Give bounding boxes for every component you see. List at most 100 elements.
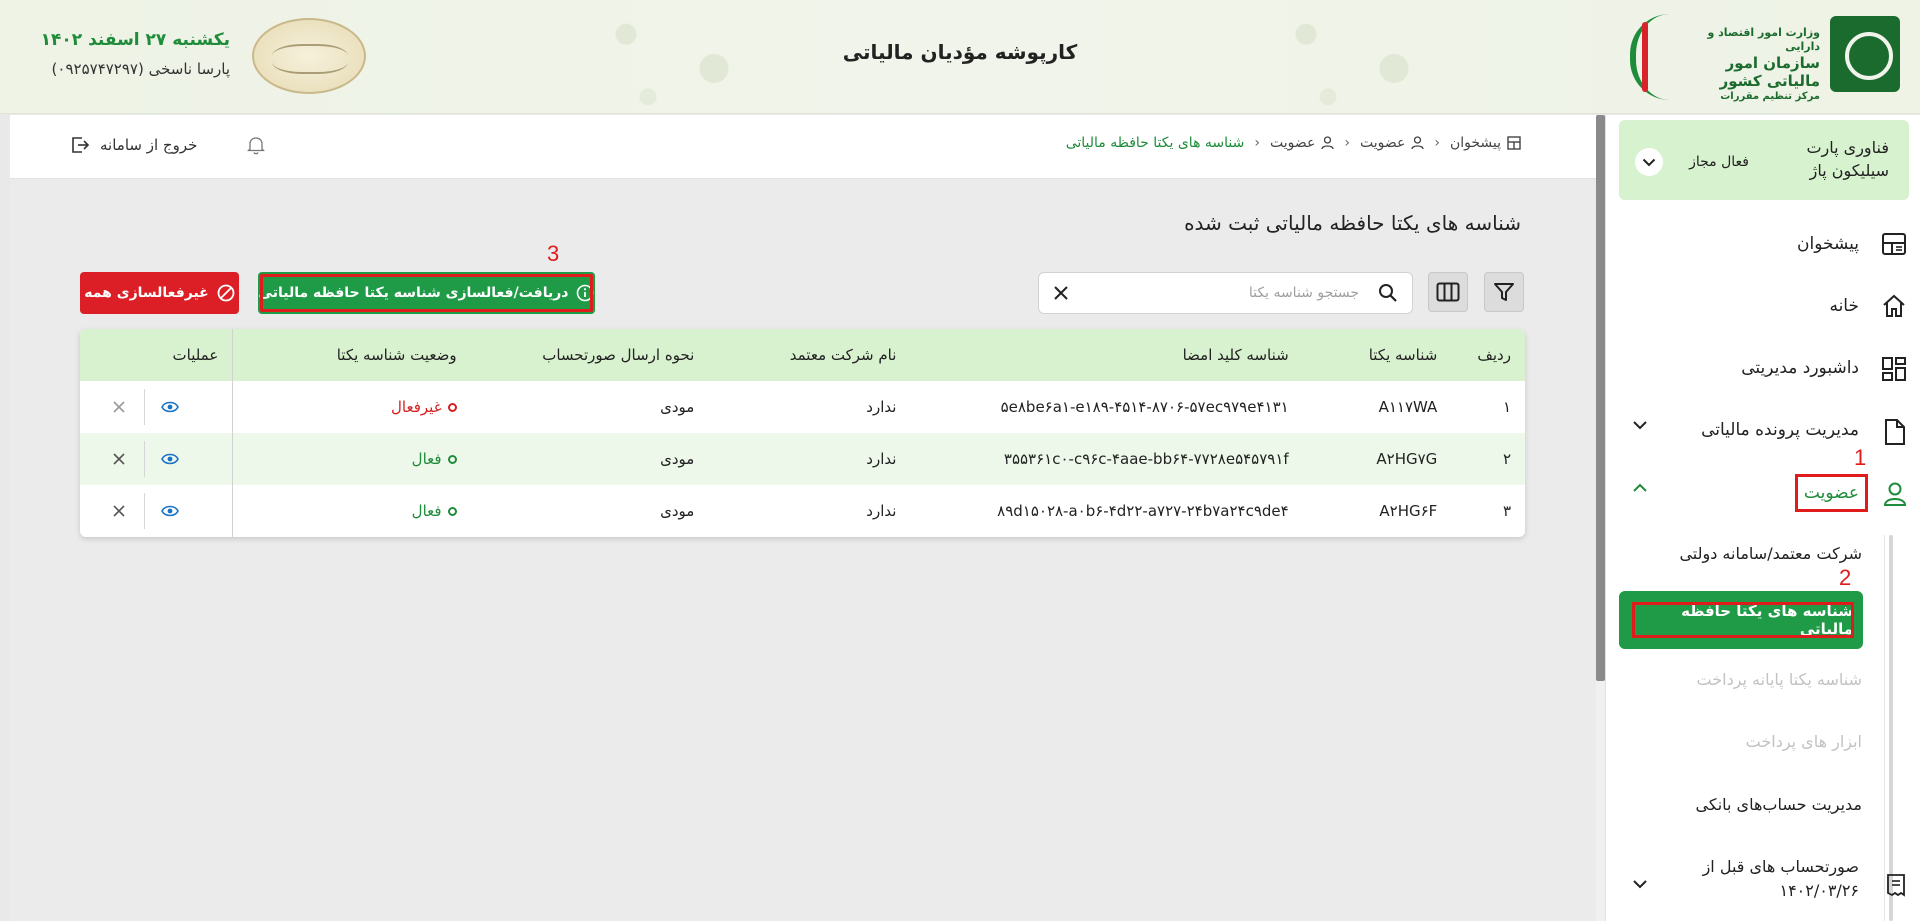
activate-label: دریافت/فعالسازی شناسه یکتا حافظه مالیاتی [258, 285, 569, 301]
cell-index: ۲ [1502, 450, 1511, 468]
user-icon [1883, 481, 1907, 507]
chevron-down-icon [1642, 158, 1656, 167]
status-badge: غیرفعال [391, 398, 457, 416]
clear-icon[interactable] [1051, 283, 1071, 303]
breadcrumb-current: شناسه های یکتا حافظه مالیاتی [1065, 135, 1245, 151]
delete-button[interactable] [94, 493, 144, 529]
col-status[interactable]: وضعیت شناسه یکتا [233, 329, 471, 381]
col-operations: عملیات [80, 329, 234, 381]
eye-icon [160, 452, 179, 466]
page-title: کارپوشه مؤدیان مالیاتی [842, 40, 1078, 64]
activate-unique-id-button[interactable]: دریافت/فعالسازی شناسه یکتا حافظه مالیاتی [258, 272, 595, 314]
filter-button[interactable] [1484, 272, 1524, 312]
cell-index: ۱ [1502, 398, 1511, 416]
header-pattern [560, 0, 780, 114]
unique-id-table: ردیف شناسه یکتا شناسه کلید امضا نام شرکت… [80, 329, 1525, 537]
logout-label: خروج از سامانه [100, 136, 198, 154]
deactivate-all-button[interactable]: غیرفعالسازی همه [80, 272, 239, 314]
sidebar-item-dashboard[interactable]: پیشخوان [1606, 221, 1920, 267]
dashboard-icon [1881, 232, 1907, 256]
home-icon [1881, 294, 1907, 318]
breadcrumb-item-membership[interactable]: عضویت [1360, 135, 1424, 151]
status-dot-icon [447, 506, 457, 516]
close-icon [113, 505, 125, 517]
notifications-bell[interactable] [247, 135, 265, 159]
header-pattern [1240, 0, 1460, 114]
eye-icon [160, 400, 179, 414]
cell-trusted-company: ندارد [866, 450, 897, 468]
breadcrumb-item-membership-2[interactable]: عضویت [1270, 135, 1334, 151]
cell-unique-id: A۲HG۶F [1379, 502, 1438, 520]
file-icon [1883, 418, 1907, 446]
chevron-left-icon: ‹ [1344, 135, 1350, 151]
breadcrumb-item-dashboard[interactable]: پیشخوان [1450, 135, 1521, 151]
annotation-number-2: 2 [1839, 565, 1852, 590]
col-index[interactable]: ردیف [1451, 329, 1525, 381]
search-input[interactable] [1089, 279, 1359, 307]
bell-icon [247, 135, 265, 155]
company-toggle-button[interactable] [1635, 148, 1663, 176]
tax-organization-logo[interactable]: وزارت امور اقتصاد و دارایی سازمان امور م… [1630, 14, 1900, 102]
logout-button[interactable]: خروج از سامانه [70, 135, 197, 155]
sidebar-subitem-payment-tools: ابزار های پرداخت [1745, 732, 1862, 751]
sidebar-item-previous-invoices[interactable]: صورتحساب های قبل از ۱۴۰۲/۰۳/۲۶ [1606, 855, 1920, 915]
page-heading: شناسه های یکتا حافظه مالیاتی ثبت شده [1184, 211, 1521, 235]
cell-send-method: مودی [660, 502, 695, 520]
cell-signature-key: ۸۹d۱۵۰۲۸-a۰b۶-۴d۲۲-a۷۲۷-۲۴b۷a۲۴c۹de۴ [997, 502, 1289, 520]
view-button[interactable] [144, 493, 194, 529]
main-scrollbar-thumb[interactable] [1596, 115, 1605, 681]
company-name: فناوری پارت سیلیکون پاژ [1806, 138, 1889, 181]
logout-icon [70, 135, 90, 155]
sidebar-item-membership[interactable]: عضویت [1606, 470, 1920, 516]
sidebar-item-tax-file[interactable]: مدیریت پرونده مالیاتی [1606, 407, 1920, 453]
sidebar-subitem-bank-accounts[interactable]: مدیریت حساب‌های بانکی [1606, 786, 1906, 826]
cell-unique-id: A۲HG۷G [1376, 450, 1438, 468]
user-info: یکشنبه ۲۷ اسفند ۱۴۰۲ پارسا ناسخی (۰۹۲۵۷۴… [30, 30, 230, 78]
sidebar: فناوری پارت سیلیکون پاژ فعال مجاز پیشخوا… [1605, 115, 1920, 921]
col-trusted-company[interactable]: نام شرکت معتمد [708, 329, 910, 381]
cell-operations [80, 433, 234, 485]
col-send-method[interactable]: نحوه ارسال صورتحساب [471, 329, 709, 381]
logo-text: وزارت امور اقتصاد و دارایی سازمان امور م… [1707, 26, 1820, 102]
view-button[interactable] [144, 441, 194, 477]
user-name: پارسا ناسخی (۰۹۲۵۷۴۷۲۹۷) [51, 60, 230, 78]
columns-button[interactable] [1428, 272, 1468, 312]
user-icon [1411, 136, 1424, 150]
company-selector[interactable]: فناوری پارت سیلیکون پاژ فعال مجاز [1619, 120, 1909, 200]
cell-signature-key: ۵e۸be۶a۱-e۱۸۹-۴۵۱۴-۸۷۰۶-۵۷ec۹۷۹e۴۱۳۱ [1000, 398, 1289, 416]
grid-icon [1881, 356, 1907, 382]
close-icon [113, 401, 125, 413]
chevron-left-icon: ‹ [1434, 135, 1440, 151]
block-icon [217, 284, 235, 302]
col-unique-id[interactable]: شناسه یکتا [1303, 329, 1452, 381]
table-header-row: ردیف شناسه یکتا شناسه کلید امضا نام شرکت… [80, 329, 1525, 381]
columns-icon [1436, 282, 1460, 302]
eye-icon [160, 504, 179, 518]
table-row: ۱ A۱۱۷WA ۵e۸be۶a۱-e۱۸۹-۴۵۱۴-۸۷۰۶-۵۷ec۹۷۹… [80, 381, 1525, 433]
close-icon [113, 453, 125, 465]
table-row: ۲ A۲HG۷G ۳۵۵۳۶۱c۰-c۹۶c-۴aae-bb۶۴-۷۷۲۸e۵۴… [80, 433, 1525, 485]
status-badge: فعال [412, 502, 457, 520]
delete-button[interactable] [94, 389, 144, 425]
cell-send-method: مودی [660, 450, 695, 468]
sidebar-item-management-dashboard[interactable]: داشبورد مدیریتی [1606, 345, 1920, 391]
status-dot-icon [447, 402, 457, 412]
view-button[interactable] [144, 389, 194, 425]
sidebar-item-home[interactable]: خانه [1606, 283, 1920, 329]
sidebar-subitem-trusted-company[interactable]: شرکت معتمد/سامانه دولتی [1606, 535, 1906, 575]
search-icon[interactable] [1378, 283, 1398, 303]
cell-send-method: مودی [660, 398, 695, 416]
delete-button[interactable] [94, 441, 144, 477]
cell-operations [80, 381, 234, 433]
chevron-up-icon [1632, 483, 1648, 493]
table-row: ۳ A۲HG۶F ۸۹d۱۵۰۲۸-a۰b۶-۴d۲۲-a۷۲۷-۲۴b۷a۲۴… [80, 485, 1525, 537]
slogan-seal [252, 18, 366, 94]
col-signature-key[interactable]: شناسه کلید امضا [910, 329, 1302, 381]
sidebar-subitem-fiscal-memory-ids[interactable]: شناسه های یکتا حافظه مالیاتی [1619, 591, 1863, 649]
annotation-number-1: 1 [1854, 445, 1867, 470]
filter-icon [1493, 281, 1515, 303]
emblem-icon [1830, 16, 1900, 92]
annotation-number-3: 3 [547, 241, 560, 266]
app-header: یکشنبه ۲۷ اسفند ۱۴۰۲ پارسا ناسخی (۰۹۲۵۷۴… [0, 0, 1920, 114]
main-content: پیشخوان ‹ عضویت ‹ عضویت ‹ شناسه های یکتا… [10, 115, 1596, 921]
